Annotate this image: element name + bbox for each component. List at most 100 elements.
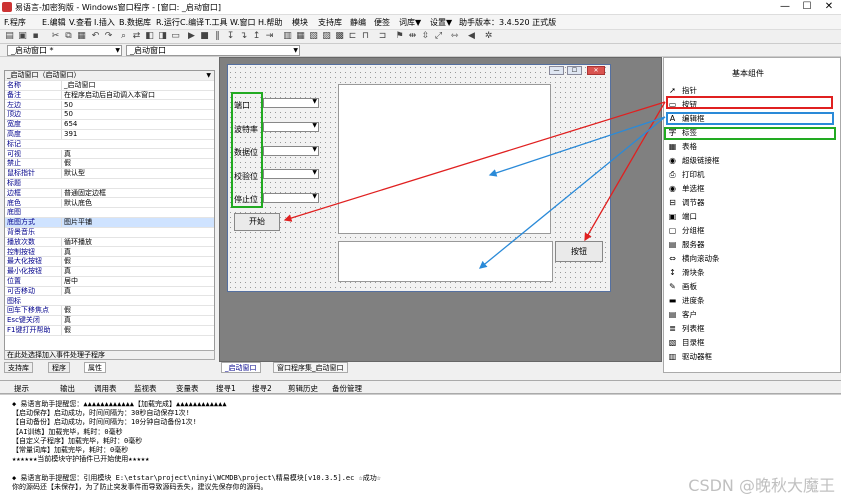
property-row[interactable]: 底图 — [5, 208, 214, 218]
comment-icon[interactable]: ◨ — [157, 31, 168, 42]
copy-icon[interactable]: ⧉ — [63, 31, 74, 42]
property-row[interactable]: 底图方式 图片平铺 — [5, 218, 214, 228]
same-height-icon[interactable]: ⇳ — [420, 31, 431, 42]
component-item[interactable]: ▬ 进度条 — [667, 294, 827, 307]
start-button[interactable]: 开始 — [234, 213, 280, 231]
step-out-icon[interactable]: ↥ — [251, 31, 262, 42]
minimize-button[interactable]: — — [775, 0, 795, 15]
speaker-icon[interactable]: ◀ — [466, 31, 477, 42]
property-value[interactable]: 默认底色 — [61, 198, 213, 208]
label-databits[interactable]: 数据位 — [234, 147, 258, 158]
tab-support-lib[interactable]: 支持库 — [4, 362, 33, 373]
component-item[interactable]: ⎙ 打印机 — [667, 168, 827, 181]
property-row[interactable]: 底色 默认底色 — [5, 198, 214, 209]
component-item[interactable]: ▢ 分组框 — [667, 224, 827, 237]
property-value[interactable]: 真 — [61, 286, 213, 296]
grid-icon[interactable]: ▦ — [295, 31, 306, 42]
indent-icon[interactable]: ▭ — [170, 31, 181, 42]
compile-icon[interactable]: ▥ — [282, 31, 293, 42]
menu-database[interactable]: B.数据库 — [119, 17, 151, 28]
property-value[interactable]: 真 — [61, 247, 213, 257]
menu-compile[interactable]: C.编译 — [180, 17, 204, 28]
same-size-icon[interactable]: ⤢ — [433, 31, 444, 42]
property-value[interactable]: 假 — [61, 326, 213, 335]
property-value[interactable]: 假 — [61, 257, 213, 267]
menu-view[interactable]: V.查看 — [69, 17, 92, 28]
tab-order-icon[interactable]: ▩ — [334, 31, 345, 42]
menu-notes[interactable]: 便签 — [374, 17, 390, 28]
property-row[interactable]: 宽度 654 — [5, 120, 214, 130]
tab-properties[interactable]: 属性 — [84, 362, 106, 373]
component-item[interactable]: ◉ 超级链接框 — [667, 154, 827, 167]
property-row[interactable]: 高度 391 — [5, 130, 214, 140]
component-item[interactable]: ⊟ 调节器 — [667, 196, 827, 209]
component-item[interactable]: ◉ 单选框 — [667, 182, 827, 195]
output-tab[interactable]: 提示 — [14, 383, 29, 394]
output-tab[interactable]: 监视表 — [134, 383, 157, 394]
menu-support-lib[interactable]: 支持库 — [318, 17, 342, 28]
property-row[interactable]: 顶边 50 — [5, 110, 214, 120]
property-row[interactable]: F1键打开帮助 假 — [5, 326, 214, 336]
property-row[interactable]: 最小化按钮 真 — [5, 267, 214, 277]
menu-insert[interactable]: I.插入 — [94, 17, 115, 28]
property-row[interactable]: 名称 _启动窗口 — [5, 81, 214, 91]
property-row[interactable]: 位置 居中 — [5, 277, 214, 287]
property-value[interactable]: 真 — [61, 316, 213, 326]
find-icon[interactable]: ⌕ — [118, 31, 129, 42]
output-tab[interactable]: 搜寻2 — [252, 383, 272, 394]
open-icon[interactable]: ▣ — [17, 31, 28, 42]
menu-edit[interactable]: E.编辑 — [42, 17, 66, 28]
pause-icon[interactable]: ‖ — [212, 31, 223, 42]
menu-settings[interactable]: 设置▼ — [430, 17, 452, 28]
property-row[interactable]: 备注 在程序启动后自动调入本窗口 — [5, 90, 214, 101]
property-value[interactable]: 50 — [61, 110, 213, 120]
cut-icon[interactable]: ✂ — [50, 31, 61, 42]
property-row[interactable]: 最大化按钮 假 — [5, 257, 214, 267]
stopbits-combo[interactable]: ▼ — [263, 193, 319, 203]
run-icon[interactable]: ▶ — [186, 31, 197, 42]
menu-static[interactable]: 静编 — [350, 17, 366, 28]
property-value[interactable]: 50 — [61, 100, 213, 110]
output-tab[interactable]: 变量表 — [176, 383, 199, 394]
property-value[interactable]: 在程序启动后自动调入本窗口 — [61, 90, 213, 100]
h-space-icon[interactable]: ⇿ — [449, 31, 460, 42]
component-item[interactable]: ▦ 表格 — [667, 140, 827, 153]
new-icon[interactable]: ▤ — [4, 31, 15, 42]
property-value[interactable]: 假 — [61, 159, 213, 169]
property-row[interactable]: 控制按钮 真 — [5, 247, 214, 258]
property-value[interactable]: 居中 — [61, 277, 213, 286]
output-tab[interactable]: 输出 — [60, 383, 75, 394]
menu-tools[interactable]: T.工具 — [205, 17, 227, 28]
gear-icon[interactable]: ✲ — [483, 31, 494, 42]
close-button[interactable]: ✕ — [819, 0, 839, 15]
stop-icon[interactable]: ■ — [199, 31, 210, 42]
run-to-cursor-icon[interactable]: ⇥ — [264, 31, 275, 42]
label-parity[interactable]: 校验位 — [234, 171, 258, 182]
component-item[interactable]: ▤ 客户 — [667, 308, 827, 321]
menu-run[interactable]: R.运行 — [156, 17, 180, 28]
step-over-icon[interactable]: ↴ — [238, 31, 249, 42]
step-into-icon[interactable]: ↧ — [225, 31, 236, 42]
align-left-icon[interactable]: ⊏ — [347, 31, 358, 42]
port-combo[interactable]: ▼ — [263, 98, 319, 108]
property-row[interactable]: 标题 — [5, 179, 214, 189]
property-row[interactable]: 左边 50 — [5, 100, 214, 111]
parity-combo[interactable]: ▼ — [263, 169, 319, 179]
menu-module[interactable]: 模块 — [292, 17, 308, 28]
send-button[interactable]: 按钮 — [555, 241, 603, 262]
same-width-icon[interactable]: ⇹ — [407, 31, 418, 42]
property-row[interactable]: Esc键关闭 真 — [5, 316, 214, 326]
component-item[interactable]: ↕ 滑块条 — [667, 266, 827, 279]
form-window[interactable]: 端口 波特率 数据位 校验位 停止位 ▼ ▼ ▼ ▼ ▼ 开始 按钮 — [227, 64, 611, 292]
property-row[interactable]: 边框 普通固定边框 — [5, 188, 214, 199]
label-stopbits[interactable]: 停止位 — [234, 194, 258, 205]
output-tab[interactable]: 剪辑历史 — [288, 383, 318, 394]
tab-program[interactable]: 程序 — [48, 362, 70, 373]
component-item[interactable]: ▥ 驱动器框 — [667, 350, 827, 363]
output-tab[interactable]: 调用表 — [94, 383, 117, 394]
output-tab[interactable]: 备份管理 — [332, 383, 362, 394]
property-row[interactable]: 鼠标指针 默认型 — [5, 169, 214, 179]
databits-combo[interactable]: ▼ — [263, 146, 319, 156]
property-row[interactable]: 可否移动 真 — [5, 286, 214, 297]
lock-icon[interactable]: ▧ — [308, 31, 319, 42]
